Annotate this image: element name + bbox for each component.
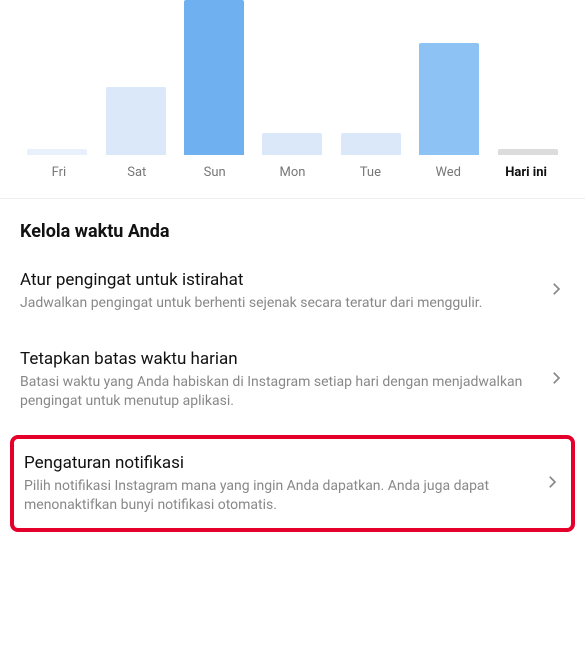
section-title: Kelola waktu Anda <box>0 199 585 252</box>
item-desc: Pilih notifikasi Instagram mana yang ing… <box>24 477 531 515</box>
item-title: Tetapkan batas waktu harian <box>20 349 535 369</box>
bar-column[interactable] <box>255 133 329 155</box>
bar <box>498 149 558 155</box>
chevron-right-icon <box>547 369 565 391</box>
bar-column[interactable] <box>98 87 172 155</box>
bar-label: Hari ini <box>487 165 565 180</box>
item-desc: Batasi waktu yang Anda habiskan di Insta… <box>20 373 535 411</box>
bar-label: Wed <box>409 165 487 180</box>
usage-chart: FriSatSunMonTueWedHari ini <box>0 0 585 199</box>
bar-label: Sat <box>98 165 176 180</box>
highlight-box: Pengaturan notifikasi Pilih notifikasi I… <box>10 435 575 533</box>
bar <box>106 87 166 155</box>
bar-column[interactable] <box>412 43 486 155</box>
bar <box>419 43 479 155</box>
bar-label: Sun <box>176 165 254 180</box>
bar-column[interactable] <box>20 149 94 155</box>
bar <box>341 133 401 155</box>
bar-label: Tue <box>331 165 409 180</box>
reminder-break-item[interactable]: Atur pengingat untuk istirahat Jadwalkan… <box>0 252 585 331</box>
bar-column[interactable] <box>177 0 251 155</box>
bar-column[interactable] <box>334 133 408 155</box>
notification-settings-item[interactable]: Pengaturan notifikasi Pilih notifikasi I… <box>24 453 561 515</box>
bar <box>27 149 87 155</box>
bar <box>262 133 322 155</box>
daily-limit-item[interactable]: Tetapkan batas waktu harian Batasi waktu… <box>0 331 585 429</box>
bar-label: Fri <box>20 165 98 180</box>
item-title: Atur pengingat untuk istirahat <box>20 270 535 290</box>
item-desc: Jadwalkan pengingat untuk berhenti sejen… <box>20 294 535 313</box>
bar-column[interactable] <box>491 149 565 155</box>
bar <box>184 0 244 155</box>
bar-label: Mon <box>254 165 332 180</box>
item-title: Pengaturan notifikasi <box>24 453 531 473</box>
chevron-right-icon <box>543 473 561 495</box>
chevron-right-icon <box>547 280 565 302</box>
